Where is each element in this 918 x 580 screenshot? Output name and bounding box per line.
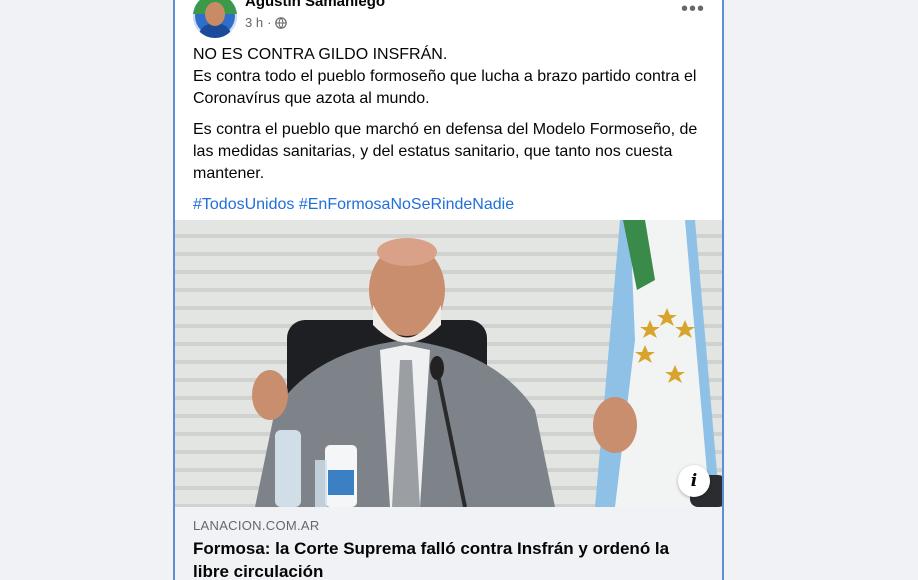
post-header: Agustín Samaniego 3 h · ••• <box>193 0 713 38</box>
info-button[interactable]: i <box>678 465 710 497</box>
post-paragraph: NO ES CONTRA GILDO INSFRÁN. Es contra to… <box>193 46 697 107</box>
link-title[interactable]: Formosa: la Corte Suprema falló contra I… <box>193 537 708 580</box>
post-card: Agustín Samaniego 3 h · ••• NO ES CONTRA… <box>173 0 724 580</box>
post-time[interactable]: 3 h <box>245 15 263 30</box>
hashtags: #TodosUnidos #EnFormosaNoSeRindeNadie <box>193 194 713 216</box>
hashtag-link[interactable]: #TodosUnidos <box>193 196 294 213</box>
author-avatar[interactable] <box>193 0 237 38</box>
link-domain: LANACION.COM.AR <box>193 518 320 533</box>
hashtag-link[interactable]: #EnFormosaNoSeRindeNadie <box>299 196 514 213</box>
globe-icon[interactable] <box>275 16 288 29</box>
post-paragraph: Es contra el pueblo que marchó en defens… <box>193 121 698 182</box>
post-text: NO ES CONTRA GILDO INSFRÁN. Es contra to… <box>193 44 713 225</box>
author-name[interactable]: Agustín Samaniego <box>245 0 385 10</box>
link-preview-image[interactable]: i <box>175 220 722 507</box>
post-meta: 3 h · <box>245 15 288 30</box>
meta-separator: · <box>267 15 272 30</box>
photo-illustration <box>175 220 722 507</box>
more-options-button[interactable]: ••• <box>675 0 711 26</box>
link-preview[interactable]: LANACION.COM.AR Formosa: la Corte Suprem… <box>175 507 722 580</box>
